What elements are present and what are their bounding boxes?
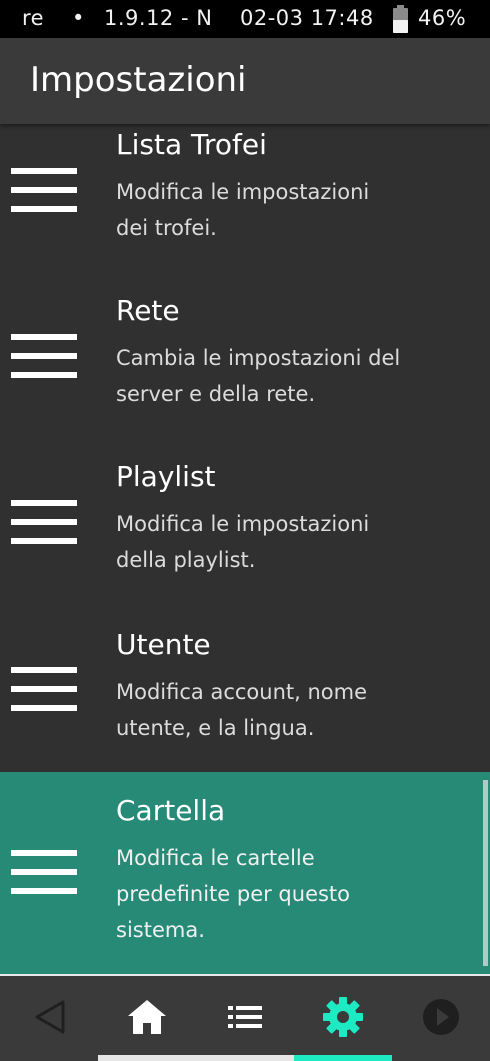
list-icon[interactable] [222, 994, 268, 1040]
settings-item-lista-trofei[interactable]: Lista Trofei Modifica le impostazioni dei… [0, 124, 490, 280]
app-bar: Impostazioni [0, 38, 490, 124]
settings-item-description: Cambia le impostazioni del server e della… [116, 346, 401, 406]
settings-item-title: Lista Trofei [116, 128, 267, 161]
status-version: 1.9.12 - N [104, 6, 213, 30]
nav-indicator-active [294, 1055, 392, 1061]
battery-percent: 46% [418, 6, 467, 30]
status-datetime: 02-03 17:48 [240, 6, 374, 30]
scrollbar[interactable] [483, 780, 488, 966]
gear-icon[interactable] [320, 994, 366, 1040]
drag-handle-icon[interactable] [11, 168, 77, 212]
settings-item-title: Utente [116, 628, 211, 661]
settings-item-description: Modifica le impostazioni dei trofei. [116, 180, 370, 240]
settings-item-title: Playlist [116, 460, 216, 493]
settings-item-description: Modifica le impostazioni della playlist. [116, 512, 370, 572]
settings-item-utente[interactable]: Utente Modifica account, nome utente, e l… [0, 612, 490, 772]
settings-item-title: Cartella [116, 794, 226, 827]
settings-item-description: Modifica account, nome utente, e la lingu… [116, 680, 367, 740]
bottom-navigation [0, 976, 490, 1061]
settings-item-cartella[interactable]: Cartella Modifica le cartelle predefinite… [0, 772, 490, 976]
settings-list[interactable]: Lista Trofei Modifica le impostazioni dei… [0, 124, 490, 976]
back-icon[interactable] [27, 994, 73, 1040]
settings-item-rete[interactable]: Rete Cambia le impostazioni del server e … [0, 280, 490, 446]
home-icon[interactable] [124, 994, 170, 1040]
battery-icon [393, 5, 408, 33]
settings-item-description: Modifica le cartelle predefinite per ques… [116, 846, 351, 942]
page-title: Impostazioni [30, 60, 247, 100]
drag-handle-icon[interactable] [11, 334, 77, 378]
settings-item-playlist[interactable]: Playlist Modifica le impostazioni della p… [0, 446, 490, 612]
drag-handle-icon[interactable] [11, 850, 77, 894]
drag-handle-icon[interactable] [11, 667, 77, 711]
play-icon[interactable] [418, 994, 464, 1040]
status-separator: • [72, 6, 85, 30]
drag-handle-icon[interactable] [11, 500, 77, 544]
settings-item-title: Rete [116, 294, 180, 327]
status-bar: re • 1.9.12 - N 02-03 17:48 46% [0, 0, 490, 38]
status-carrier: re [22, 6, 45, 30]
nav-indicator-track [98, 1055, 294, 1061]
